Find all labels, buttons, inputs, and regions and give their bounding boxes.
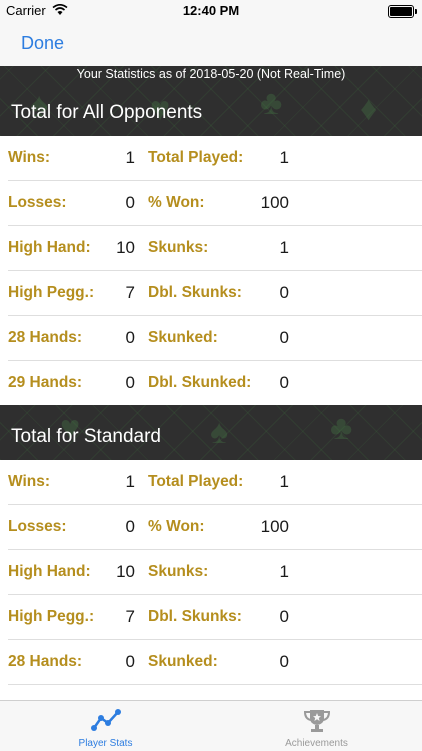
club-icon: ♣ <box>330 409 353 447</box>
spade-icon: ♠ <box>210 413 229 451</box>
stat-label: Dbl. Skunks: <box>148 284 242 301</box>
table-row: 28 Hands: 0 Skunked: 0 <box>0 640 422 685</box>
stat-label: Skunked: <box>148 653 218 670</box>
table-row: High Pegg.: 7 Dbl. Skunks: 0 <box>0 595 422 640</box>
stat-value: 0 <box>125 517 135 536</box>
stat-label: Losses: <box>8 518 67 535</box>
stat-value: 1 <box>125 472 135 491</box>
stat-label: Wins: <box>8 149 51 166</box>
stat-value: 10 <box>116 238 135 257</box>
table-row: Losses: 0 % Won: 100 <box>0 181 422 226</box>
section-title: Total for Standard <box>11 426 161 447</box>
table-row: Wins: 1 Total Played: 1 <box>0 136 422 181</box>
stat-value: 100 <box>260 517 289 536</box>
table-row: Wins: 1 Total Played: 1 <box>0 460 422 505</box>
table-row: 29 Hands: 0 Dbl. Skunked: 0 <box>0 361 422 405</box>
stat-value: 0 <box>125 652 135 671</box>
stat-label: % Won: <box>148 194 205 211</box>
trophy-icon <box>303 710 331 732</box>
stat-label: Skunked: <box>148 329 218 346</box>
stat-value: 1 <box>279 472 289 491</box>
stat-label: 28 Hands: <box>8 653 83 670</box>
stat-value: 0 <box>279 607 289 626</box>
table-row: Losses: 0 % Won: 100 <box>0 505 422 550</box>
stat-value: 1 <box>279 238 289 257</box>
row-divider <box>8 684 422 685</box>
table-row: High Hand: 10 Skunks: 1 <box>0 550 422 595</box>
stat-label: Wins: <box>8 473 51 490</box>
stat-value: 7 <box>125 607 135 626</box>
battery-icon <box>388 5 417 18</box>
stat-value: 0 <box>125 373 135 392</box>
stat-value: 0 <box>279 283 289 302</box>
stat-label: Dbl. Skunks: <box>148 608 242 625</box>
stat-value: 0 <box>279 328 289 347</box>
stat-label: Losses: <box>8 194 67 211</box>
stat-value: 100 <box>260 193 289 212</box>
stat-label: Skunks: <box>148 563 209 580</box>
diamond-icon: ♦ <box>360 90 378 128</box>
stat-value: 0 <box>279 652 289 671</box>
stats-date-caption: Your Statistics as of 2018-05-20 (Not Re… <box>76 67 346 81</box>
stat-value: 0 <box>125 328 135 347</box>
clock: 12:40 PM <box>182 3 240 18</box>
line-chart-icon <box>91 709 121 731</box>
stat-value: 0 <box>279 373 289 392</box>
tab-label: Player Stats <box>78 738 133 749</box>
tab-label: Achievements <box>285 738 348 749</box>
table-row: High Hand: 10 Skunks: 1 <box>0 226 422 271</box>
tab-achievements[interactable]: Achievements <box>211 701 422 751</box>
stat-label: Skunks: <box>148 239 209 256</box>
stat-value: 10 <box>116 562 135 581</box>
stat-label: 28 Hands: <box>8 329 83 346</box>
club-icon: ♣ <box>260 84 283 122</box>
stat-value: 1 <box>279 562 289 581</box>
stat-value: 7 <box>125 283 135 302</box>
stat-value: 1 <box>279 148 289 167</box>
stat-value: 0 <box>125 193 135 212</box>
status-bar: Carrier 12:40 PM <box>0 0 422 22</box>
tab-bar: Player Stats Achievements <box>0 700 422 751</box>
section-title: Total for All Opponents <box>11 102 203 123</box>
done-button[interactable]: Done <box>21 33 64 54</box>
navigation-bar: Done <box>0 22 422 67</box>
stat-value: 1 <box>125 148 135 167</box>
table-row: High Pegg.: 7 Dbl. Skunks: 0 <box>0 271 422 316</box>
tab-player-stats[interactable]: Player Stats <box>0 701 211 751</box>
stat-label: 29 Hands: <box>8 374 83 391</box>
stat-label: % Won: <box>148 518 205 535</box>
table-row: 28 Hands: 0 Skunked: 0 <box>0 316 422 361</box>
